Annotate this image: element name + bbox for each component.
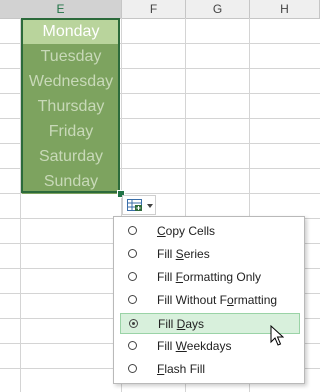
menu-item-fill-without-formatting[interactable]: Fill Without Formatting <box>120 290 300 311</box>
auto-fill-options-icon <box>127 199 142 211</box>
cell-e4[interactable]: Thursday <box>22 94 120 119</box>
cell-e5[interactable]: Friday <box>22 119 120 144</box>
menu-item-label: Fill Days <box>158 317 205 331</box>
radio-icon <box>128 249 137 258</box>
column-headers: E F G H <box>0 0 320 19</box>
menu-item-copy-cells[interactable]: Copy Cells <box>120 221 300 242</box>
menu-item-fill-series[interactable]: Fill Series <box>120 244 300 265</box>
menu-item-label: Fill Weekdays <box>157 339 232 353</box>
radio-icon <box>128 226 137 235</box>
radio-icon <box>128 272 137 281</box>
cell-e3[interactable]: Wednesday <box>22 69 120 94</box>
auto-fill-options-button[interactable] <box>122 195 156 215</box>
menu-item-label: Fill Without Formatting <box>157 293 278 307</box>
column-header-g[interactable]: G <box>186 0 250 18</box>
column-header-f[interactable]: F <box>122 0 186 18</box>
radio-icon <box>128 364 137 373</box>
cell-e1[interactable]: Monday <box>22 19 120 44</box>
column-header-e[interactable]: E <box>0 0 122 18</box>
cell-e6[interactable]: Saturday <box>22 144 120 169</box>
column-header-h[interactable]: H <box>250 0 320 18</box>
menu-item-label: Fill Formatting Only <box>157 270 262 284</box>
cell-e2[interactable]: Tuesday <box>22 44 120 69</box>
radio-selected-icon <box>129 319 138 328</box>
auto-fill-options-menu: Copy Cells Fill Series Fill Formatting O… <box>113 216 305 384</box>
mouse-cursor-icon <box>270 325 284 346</box>
menu-item-flash-fill[interactable]: Flash Fill <box>120 359 300 380</box>
radio-icon <box>128 341 137 350</box>
menu-item-label: Fill Series <box>157 247 210 261</box>
chevron-down-icon <box>147 204 153 208</box>
menu-item-label: Flash Fill <box>157 362 206 376</box>
menu-item-label: Copy Cells <box>157 224 216 238</box>
menu-item-fill-formatting-only[interactable]: Fill Formatting Only <box>120 267 300 288</box>
cell-e7[interactable]: Sunday <box>22 169 120 194</box>
radio-icon <box>128 295 137 304</box>
gridline <box>20 18 21 392</box>
